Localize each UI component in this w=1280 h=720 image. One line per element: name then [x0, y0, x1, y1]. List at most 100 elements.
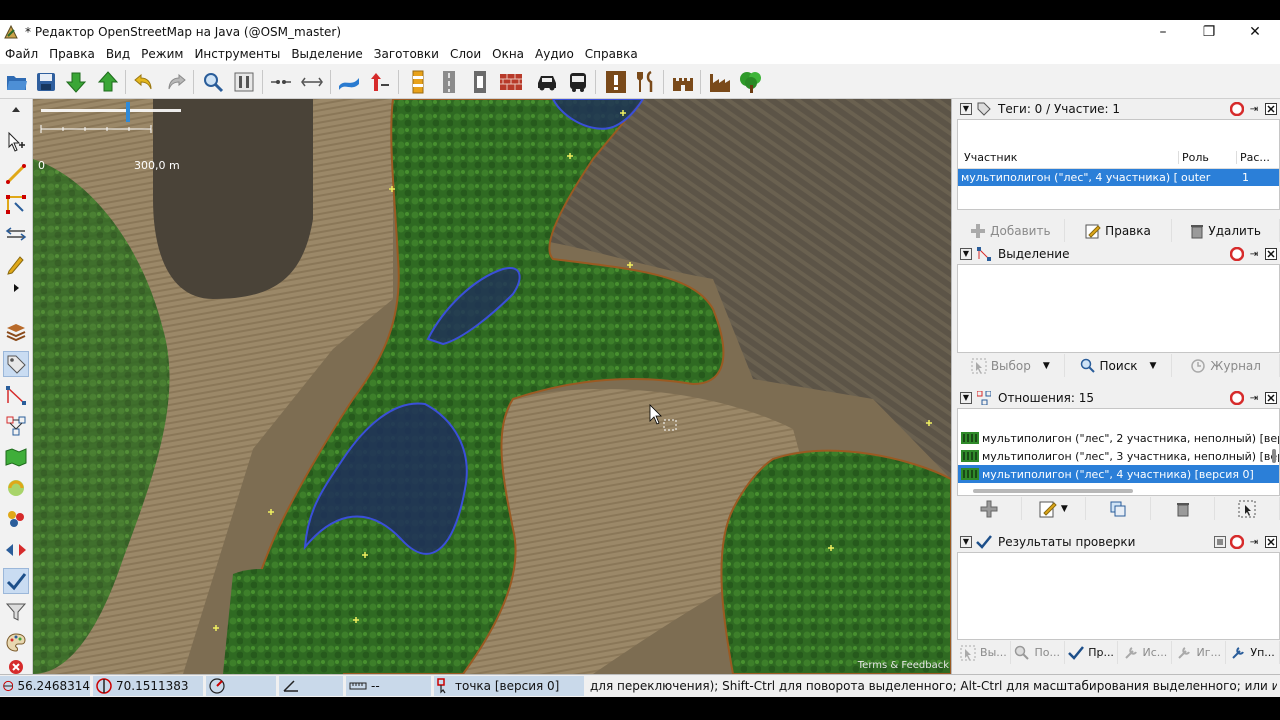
- relation-item-selected[interactable]: мультиполигон ("лес", 4 участника) [верс…: [958, 465, 1279, 483]
- validation-results-list[interactable]: [957, 552, 1280, 640]
- map-view[interactable]: 0 300,0 m Terms & Feedback: [33, 99, 951, 674]
- undo-icon[interactable]: [131, 69, 157, 95]
- notes-icon[interactable]: [3, 660, 29, 674]
- redo-icon[interactable]: [163, 69, 189, 95]
- column-member[interactable]: Участник: [958, 151, 1178, 164]
- edit-dropdown-icon[interactable]: ▼: [1061, 504, 1068, 514]
- water-preset-icon[interactable]: [336, 69, 362, 95]
- menu-mode[interactable]: Режим: [141, 47, 183, 61]
- delete-tag-button[interactable]: Удалить: [1172, 219, 1280, 242]
- menu-view[interactable]: Вид: [106, 47, 130, 61]
- selection-panel-toggle-icon[interactable]: [3, 382, 29, 408]
- duplicate-relation-button[interactable]: [1086, 497, 1151, 520]
- save-icon[interactable]: [33, 69, 59, 95]
- validation-dialog-header[interactable]: ▼ Результаты проверки ⇥: [957, 532, 1280, 552]
- manage-ignored-button[interactable]: Уп...: [1226, 641, 1280, 664]
- pencil-draw-icon[interactable]: [3, 251, 29, 277]
- improve-way-icon[interactable]: [3, 191, 29, 217]
- parallel-mode-icon[interactable]: [3, 221, 29, 247]
- detach-pin-icon[interactable]: ⇥: [1247, 535, 1261, 549]
- delete-relation-button[interactable]: [1151, 497, 1216, 520]
- changeset-icon[interactable]: [3, 537, 29, 563]
- new-relation-button[interactable]: [957, 497, 1022, 520]
- help-icon[interactable]: [1230, 391, 1244, 405]
- relations-list[interactable]: мультиполигон ("лес", 2 участника, непол…: [957, 408, 1280, 496]
- layers-icon[interactable]: [3, 319, 29, 345]
- relations-panel-toggle-icon[interactable]: [3, 413, 29, 439]
- collapse-toggle-icon[interactable]: ▼: [960, 536, 972, 548]
- split-way-icon[interactable]: [268, 69, 294, 95]
- detach-pin-icon[interactable]: ⇥: [1247, 102, 1261, 116]
- detach-pin-icon[interactable]: ⇥: [1247, 391, 1261, 405]
- relation-item[interactable]: мультиполигон ("лес", 2 участника, непол…: [958, 429, 1279, 447]
- relations-dialog-header[interactable]: ▼ Отношения: 15 ⇥: [957, 388, 1280, 408]
- forest-preset-icon[interactable]: [738, 69, 764, 95]
- validator-panel-toggle-icon[interactable]: [3, 568, 29, 594]
- close-window-button[interactable]: ✕: [1232, 20, 1278, 43]
- relation-item[interactable]: мультиполигон ("лес", 3 участника, непол…: [958, 447, 1279, 465]
- industrial-preset-icon[interactable]: [707, 69, 733, 95]
- download-icon[interactable]: [63, 69, 89, 95]
- menu-presets[interactable]: Заготовки: [374, 47, 439, 61]
- select-relation-members-button[interactable]: [1215, 497, 1280, 520]
- direction-arrows-icon[interactable]: [367, 69, 393, 95]
- membership-row[interactable]: мультиполигон ("лес", 4 участника) [ве..…: [958, 169, 1279, 186]
- authors-icon[interactable]: [3, 506, 29, 532]
- fix-button[interactable]: Ис...: [1118, 641, 1173, 664]
- menu-edit[interactable]: Правка: [49, 47, 95, 61]
- draw-mode-icon[interactable]: [3, 161, 29, 187]
- menu-windows[interactable]: Окна: [492, 47, 524, 61]
- tags-panel-toggle-icon[interactable]: [3, 351, 29, 377]
- track-preset-icon[interactable]: [467, 69, 493, 95]
- edit-relation-button[interactable]: ▼: [1022, 497, 1087, 520]
- column-position[interactable]: Рас...: [1236, 151, 1279, 164]
- info-preset-icon[interactable]: [603, 69, 629, 95]
- help-icon[interactable]: [1230, 247, 1244, 261]
- forest-southeast[interactable]: [720, 449, 951, 674]
- map-paint-icon[interactable]: [3, 444, 29, 470]
- selection-dialog-header[interactable]: ▼ Выделение ⇥: [957, 244, 1280, 264]
- validate-button[interactable]: Пр...: [1065, 641, 1119, 664]
- barrier-preset-icon[interactable]: [405, 69, 431, 95]
- terms-link[interactable]: Terms & Feedback: [858, 660, 949, 671]
- column-role[interactable]: Роль: [1178, 151, 1236, 164]
- edit-tag-button[interactable]: Правка: [1065, 219, 1173, 242]
- menu-help[interactable]: Справка: [585, 47, 638, 61]
- zoom-icon[interactable]: [200, 69, 226, 95]
- selection-list[interactable]: [957, 264, 1280, 353]
- minimize-button[interactable]: –: [1140, 20, 1186, 43]
- conflict-icon[interactable]: [3, 475, 29, 501]
- upload-icon[interactable]: [95, 69, 121, 95]
- add-tag-button[interactable]: Добавить: [957, 219, 1065, 242]
- tags-dialog-header[interactable]: ▼ Теги: 0 / Участие: 1 ⇥: [957, 99, 1280, 119]
- horizontal-scrollbar[interactable]: [973, 489, 1133, 493]
- road-preset-icon[interactable]: [436, 69, 462, 95]
- scroll-up-arrow-icon[interactable]: [3, 101, 29, 117]
- menu-file[interactable]: Файл: [5, 47, 38, 61]
- preferences-icon[interactable]: [231, 69, 257, 95]
- menu-selection[interactable]: Выделение: [291, 47, 362, 61]
- combine-way-icon[interactable]: [299, 69, 325, 95]
- close-panel-icon[interactable]: [1264, 102, 1278, 116]
- bus-preset-icon[interactable]: [565, 69, 591, 95]
- ignore-button[interactable]: Иг...: [1172, 641, 1227, 664]
- zoom-to-error-button[interactable]: По...: [1011, 641, 1065, 664]
- menu-audio[interactable]: Аудио: [535, 47, 574, 61]
- restaurant-preset-icon[interactable]: [633, 69, 659, 95]
- castle-preset-icon[interactable]: [670, 69, 696, 95]
- select-button[interactable]: Выбор ▼: [957, 354, 1065, 377]
- open-file-icon[interactable]: [4, 69, 30, 95]
- select-error-button[interactable]: Вы...: [957, 641, 1011, 664]
- help-icon[interactable]: [1230, 535, 1244, 549]
- maximize-button[interactable]: ❐: [1186, 20, 1232, 43]
- search-button[interactable]: Поиск ▼: [1065, 354, 1173, 377]
- search-dropdown-icon[interactable]: ▼: [1150, 361, 1157, 371]
- map-style-icon[interactable]: [3, 630, 29, 656]
- detach-pin-icon[interactable]: ⇥: [1247, 247, 1261, 261]
- close-panel-icon[interactable]: [1264, 247, 1278, 261]
- help-icon[interactable]: [1230, 102, 1244, 116]
- history-button[interactable]: Журнал: [1172, 354, 1280, 377]
- menu-layers[interactable]: Слои: [450, 47, 481, 61]
- collapse-toggle-icon[interactable]: ▼: [960, 248, 972, 260]
- select-dropdown-icon[interactable]: ▼: [1043, 361, 1050, 371]
